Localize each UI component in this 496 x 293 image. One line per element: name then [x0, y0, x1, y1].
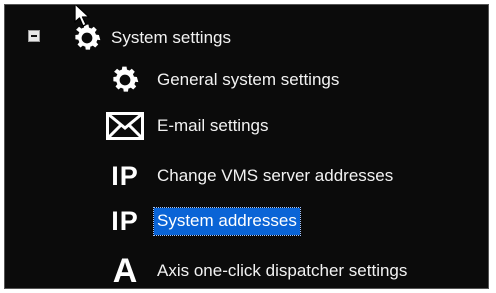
envelope-icon	[105, 111, 145, 141]
gear-icon	[105, 61, 145, 99]
tree-item-email-settings[interactable]: E-mail settings	[105, 111, 268, 141]
tree-item-label: General system settings	[157, 70, 340, 89]
tree-item-label: E-mail settings	[157, 116, 269, 135]
tree-item-general-system-settings[interactable]: General system settings	[105, 61, 339, 99]
settings-tree-panel: System settings General system settings …	[4, 4, 489, 289]
tree-item-axis-one-click-dispatcher-settings[interactable]: A Axis one-click dispatcher settings	[105, 252, 408, 289]
axis-icon: A	[112, 252, 138, 289]
tree-item-label: Change VMS server addresses	[157, 166, 394, 185]
minus-icon	[31, 35, 37, 37]
tree-item-change-vms-server-addresses[interactable]: IP Change VMS server addresses	[105, 160, 393, 192]
tree-item-system-addresses[interactable]: IP System addresses	[105, 205, 301, 237]
ip-icon: IP	[111, 160, 139, 191]
ip-icon: IP	[111, 205, 139, 236]
tree-item-label: Axis one-click dispatcher settings	[157, 261, 408, 280]
collapse-toggle[interactable]	[28, 30, 40, 42]
tree-item-label: System addresses	[153, 206, 301, 236]
tree-item-label: System settings	[111, 28, 231, 47]
mouse-cursor-icon	[73, 5, 95, 34]
